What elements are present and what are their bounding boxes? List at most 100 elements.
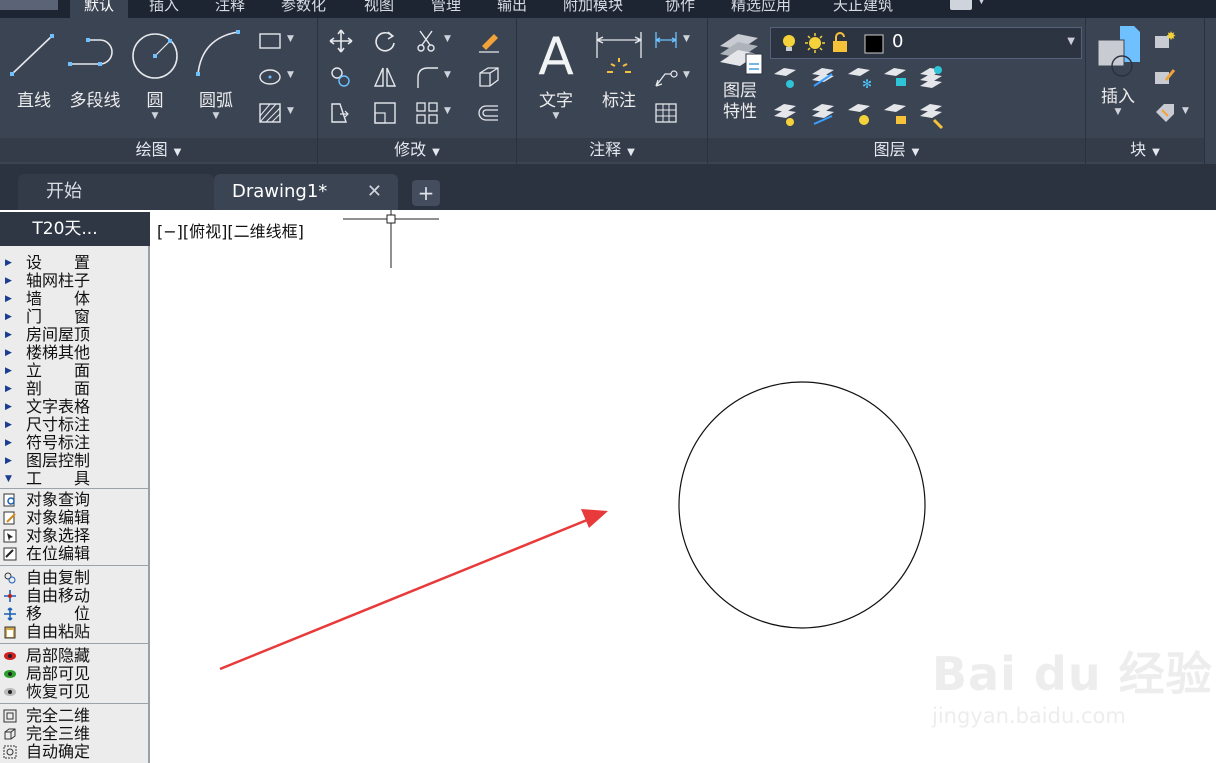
- ribbon-tab-view[interactable]: 视图: [364, 0, 394, 18]
- create-block-button[interactable]: ✸: [1152, 28, 1182, 54]
- menu-item-elevation[interactable]: ▶ 立 面: [0, 362, 148, 380]
- menu-item-symbol[interactable]: ▶ 符号标注: [0, 434, 148, 452]
- text-dropdown-icon[interactable]: ▼: [531, 111, 581, 121]
- tool-partial-show[interactable]: 局部可见: [0, 665, 148, 683]
- tool-object-query[interactable]: 对象查询: [0, 491, 148, 509]
- tool-full-3d[interactable]: 完全三维: [0, 725, 148, 743]
- trim-button[interactable]: ▼: [414, 28, 451, 54]
- menu-item-text-table[interactable]: ▶ 文字表格: [0, 398, 148, 416]
- ribbon-tab-tangent[interactable]: 天正建筑: [833, 0, 893, 18]
- fillet-dropdown-icon[interactable]: ▼: [444, 70, 451, 80]
- fillet-button[interactable]: ▼: [414, 64, 451, 90]
- move-button[interactable]: [328, 28, 358, 54]
- leader-dropdown-icon[interactable]: ▼: [683, 70, 690, 80]
- drawing-canvas[interactable]: [−][俯视][二维线框] Bai du 经验 jingyan.baidu.co…: [152, 210, 1216, 763]
- block-attribute-button[interactable]: ▼: [1152, 100, 1189, 126]
- ribbon-tab-parametric[interactable]: 参数化: [281, 0, 326, 18]
- solid-edit-button[interactable]: [476, 64, 506, 90]
- ribbon-tab-manage[interactable]: 管理: [431, 0, 461, 18]
- rotate-button[interactable]: [372, 28, 402, 54]
- tool-free-paste[interactable]: 自由粘贴: [0, 623, 148, 641]
- menu-item-stairs-other[interactable]: ▶ 楼梯其他: [0, 344, 148, 362]
- menu-item-room-roof[interactable]: ▶ 房间屋顶: [0, 326, 148, 344]
- rectangle-button[interactable]: ▼: [257, 28, 294, 54]
- expand-arrow-icon: ▶: [5, 366, 12, 376]
- table-button[interactable]: [653, 100, 683, 126]
- divider: [0, 703, 148, 704]
- tool-partial-hide[interactable]: 局部隐藏: [0, 647, 148, 665]
- tool-full-2d[interactable]: 完全二维: [0, 707, 148, 725]
- circle-dropdown-icon[interactable]: ▼: [128, 111, 182, 121]
- leader-button[interactable]: ▼: [653, 64, 690, 90]
- menu-item-settings[interactable]: ▶ 设 置: [0, 254, 148, 272]
- dimension-button[interactable]: 标注: [593, 28, 645, 111]
- ellipse-button[interactable]: ▼: [257, 64, 294, 90]
- rectangle-icon: [259, 33, 281, 49]
- side-panel-title[interactable]: T20天...: [0, 212, 150, 246]
- rectangle-dropdown-icon[interactable]: ▼: [287, 34, 294, 44]
- line-button[interactable]: 直线: [8, 28, 60, 111]
- tool-object-select[interactable]: 对象选择: [0, 527, 148, 545]
- linear-dimension-button[interactable]: ▼: [653, 28, 690, 54]
- arc-button[interactable]: 圆弧 ▼: [188, 28, 244, 121]
- ribbon-tab-insert[interactable]: 插入: [149, 0, 179, 18]
- ellipse-dropdown-icon[interactable]: ▼: [287, 70, 294, 80]
- tool-restore-visible[interactable]: 恢复可见: [0, 683, 148, 701]
- annotation-panel-title[interactable]: 注释 ▼: [517, 138, 707, 162]
- tab-drawing1[interactable]: Drawing1* ✕: [214, 174, 398, 210]
- linear-dimension-dropdown-icon[interactable]: ▼: [683, 34, 690, 44]
- block-attribute-dropdown-icon[interactable]: ▼: [1182, 106, 1189, 116]
- array-button[interactable]: ▼: [414, 100, 451, 126]
- ribbon-tab-output[interactable]: 输出: [497, 0, 527, 18]
- hatch-dropdown-icon[interactable]: ▼: [287, 106, 294, 116]
- polyline-button[interactable]: 多段线: [64, 28, 126, 111]
- scale-button[interactable]: [372, 100, 402, 126]
- tool-shift[interactable]: 移 位: [0, 605, 148, 623]
- ribbon-tab-addins[interactable]: 附加模块: [563, 0, 623, 18]
- layers-panel-title[interactable]: 图层 ▼: [708, 138, 1085, 162]
- ribbon-tab-default[interactable]: 默认: [70, 0, 129, 18]
- ribbon-toggle-dropdown-icon[interactable]: ▼: [978, 0, 985, 6]
- ribbon-toggle-icon[interactable]: [950, 0, 972, 10]
- tool-auto-determine[interactable]: 自动确定: [0, 743, 148, 761]
- insert-block-dropdown-icon[interactable]: ▼: [1092, 107, 1144, 117]
- new-tab-button[interactable]: +: [412, 180, 440, 206]
- tab-start[interactable]: 开始: [18, 174, 214, 210]
- menu-item-tools[interactable]: ▼ 工 具: [0, 470, 148, 488]
- block-panel-title[interactable]: 块 ▼: [1086, 138, 1204, 162]
- stretch-button[interactable]: [328, 100, 358, 126]
- menu-item-section[interactable]: ▶ 剖 面: [0, 380, 148, 398]
- circle-button[interactable]: 圆 ▼: [128, 28, 182, 121]
- text-button[interactable]: A 文字 ▼: [531, 24, 581, 121]
- edit-block-button[interactable]: [1152, 64, 1182, 90]
- trim-dropdown-icon[interactable]: ▼: [444, 34, 451, 44]
- menu-item-dimension[interactable]: ▶ 尺寸标注: [0, 416, 148, 434]
- draw-panel-title[interactable]: 绘图 ▼: [0, 138, 317, 162]
- hatch-button[interactable]: ▼: [257, 100, 294, 126]
- layer-properties-button[interactable]: 图层 特性: [714, 26, 766, 122]
- ribbon-tab-featured-apps[interactable]: 精选应用: [731, 0, 791, 18]
- array-dropdown-icon[interactable]: ▼: [444, 106, 451, 116]
- menu-item-layer-control[interactable]: ▶ 图层控制: [0, 452, 148, 470]
- layer-dropdown[interactable]: 0 ▼: [770, 27, 1082, 59]
- tool-object-edit[interactable]: 对象编辑: [0, 509, 148, 527]
- app-menu-button[interactable]: [0, 0, 58, 10]
- tool-inplace-edit[interactable]: 在位编辑: [0, 545, 148, 563]
- modify-panel-title[interactable]: 修改 ▼: [318, 138, 516, 162]
- close-icon[interactable]: ✕: [367, 174, 382, 210]
- copy-button[interactable]: [328, 64, 358, 90]
- menu-item-axis-column[interactable]: ▶ 轴网柱子: [0, 272, 148, 290]
- menu-item-wall[interactable]: ▶ 墙 体: [0, 290, 148, 308]
- tool-free-copy[interactable]: 自由复制: [0, 569, 148, 587]
- menu-item-door-window[interactable]: ▶ 门 窗: [0, 308, 148, 326]
- arc-dropdown-icon[interactable]: ▼: [188, 111, 244, 121]
- layer-tools-icons[interactable]: ✻: [770, 64, 950, 134]
- ribbon-tab-collaborate[interactable]: 协作: [665, 0, 695, 18]
- ribbon-tab-annotate[interactable]: 注释: [215, 0, 245, 18]
- tool-free-move[interactable]: 自由移动: [0, 587, 148, 605]
- erase-button[interactable]: [476, 28, 506, 54]
- mirror-button[interactable]: [372, 64, 402, 90]
- offset-button[interactable]: [476, 100, 506, 126]
- insert-block-button[interactable]: 插入 ▼: [1092, 24, 1144, 117]
- layer-dropdown-caret-icon[interactable]: ▼: [1067, 36, 1075, 47]
